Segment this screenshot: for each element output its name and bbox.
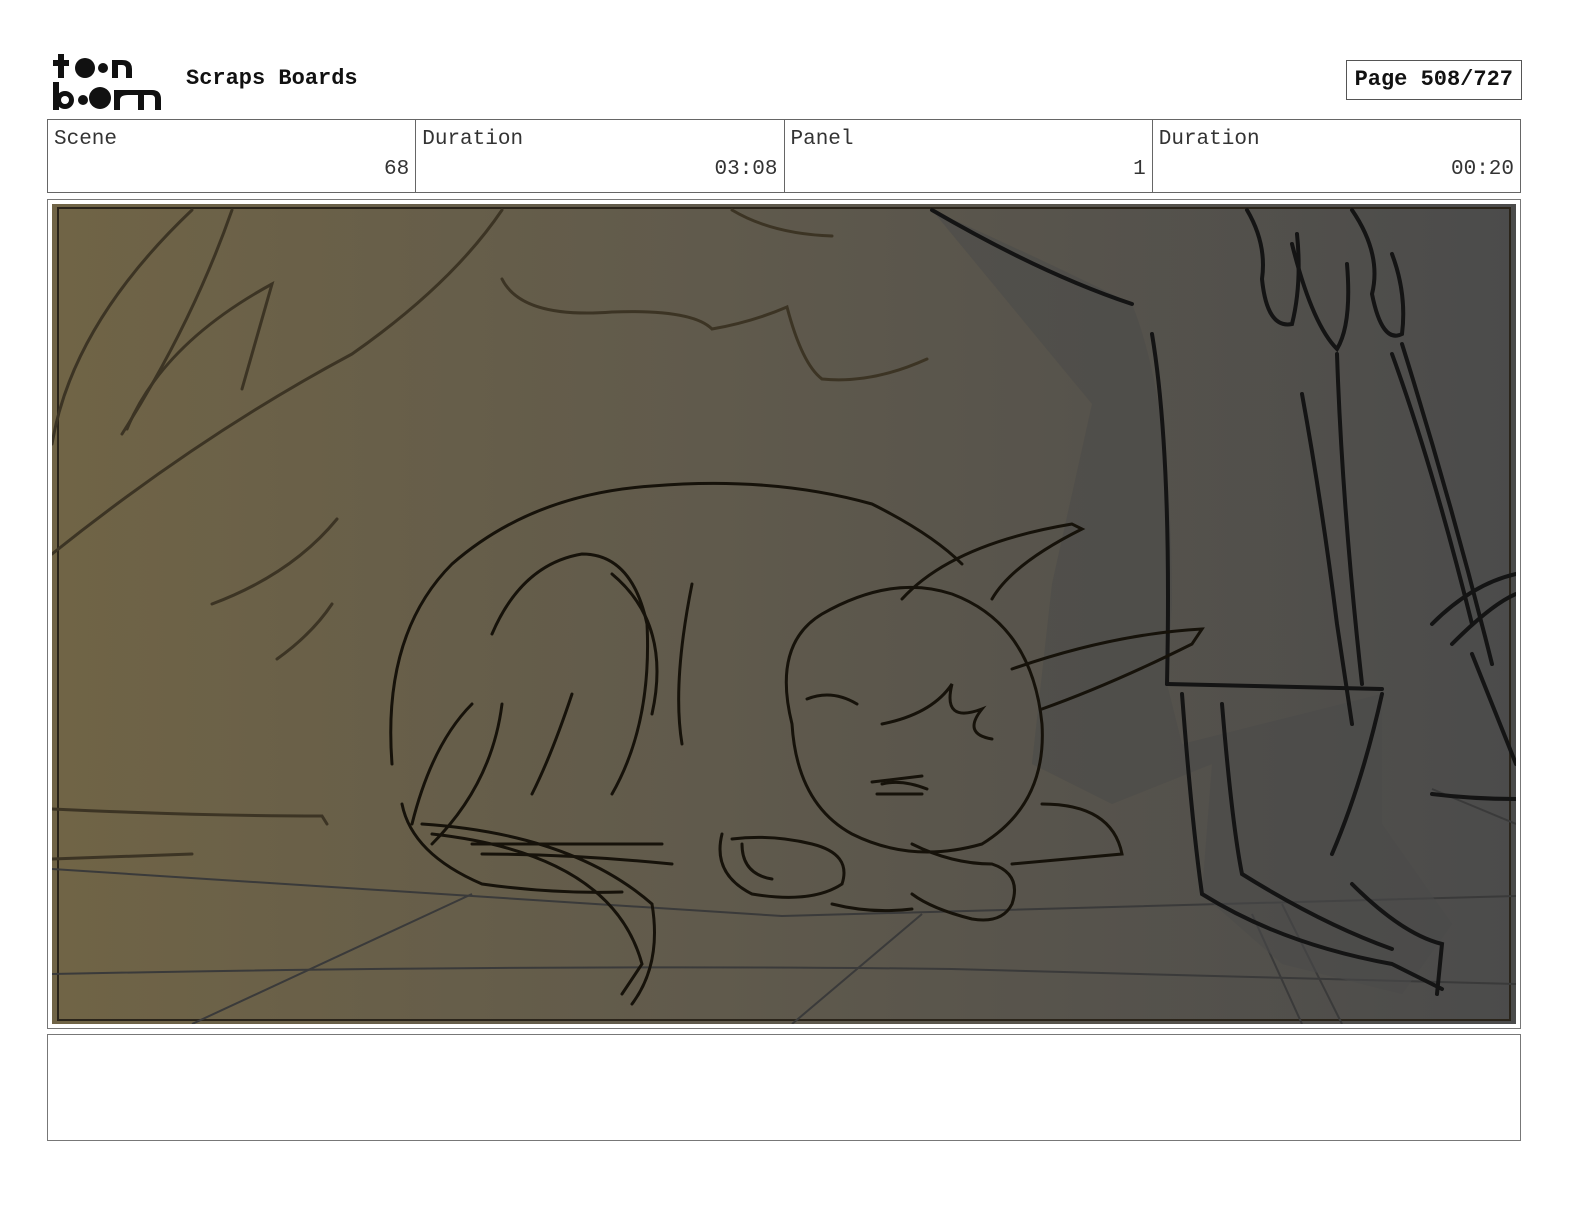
panel-duration-cell: Duration 00:20 <box>1153 120 1520 192</box>
scene-duration-label: Duration <box>422 128 524 151</box>
panel-duration-value: 00:20 <box>1450 158 1514 181</box>
panel-value: 1 <box>1133 158 1146 181</box>
scene-label: Scene <box>54 128 118 151</box>
scene-info-row: Scene 68 Duration 03:08 Panel 1 Duration… <box>47 119 1521 193</box>
panel-notes-box <box>47 1034 1521 1141</box>
scene-value: 68 <box>384 158 410 181</box>
panel-duration-label: Duration <box>1158 128 1260 151</box>
scene-duration-cell: Duration 03:08 <box>416 120 785 192</box>
panel-label: Panel <box>790 128 854 151</box>
scene-cell: Scene 68 <box>48 120 417 192</box>
toonboom-logo <box>52 52 162 112</box>
scene-duration-value: 03:08 <box>714 158 778 181</box>
storyboard-sketch <box>52 204 1516 1024</box>
storyboard-panel-frame <box>47 199 1521 1029</box>
panel-cell: Panel 1 <box>785 120 1153 192</box>
board-title: Scraps Boards <box>186 66 358 91</box>
page-indicator: Page 508/727 <box>1345 60 1522 100</box>
